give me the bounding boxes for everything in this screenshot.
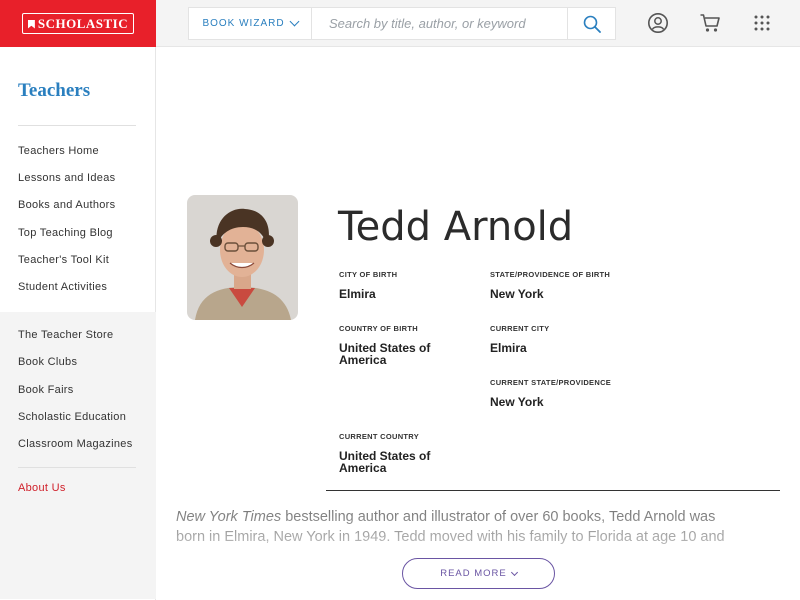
search-bar: BOOK WIZARD bbox=[188, 7, 616, 40]
sidebar-item-book-fairs[interactable]: Book Fairs bbox=[18, 384, 74, 396]
read-more-label: READ MORE bbox=[440, 568, 507, 579]
scholastic-logo-link[interactable]: SCHOLASTIC bbox=[0, 0, 156, 47]
current-city-label: CURRENT CITY bbox=[490, 324, 550, 333]
book-mark-icon bbox=[27, 19, 35, 29]
sidebar-item-book-clubs[interactable]: Book Clubs bbox=[18, 356, 77, 368]
sidebar: Teachers Teachers Home Lessons and Ideas… bbox=[0, 47, 156, 600]
city-of-birth-label: CITY OF BIRTH bbox=[339, 270, 398, 279]
logo-text: SCHOLASTIC bbox=[37, 16, 129, 31]
current-country-value: United States of America bbox=[339, 449, 431, 475]
current-city-value: Elmira bbox=[490, 341, 527, 355]
scholastic-logo: SCHOLASTIC bbox=[21, 13, 135, 34]
author-bio: New York Times bestselling author and il… bbox=[176, 507, 746, 547]
city-of-birth-value: Elmira bbox=[339, 287, 376, 301]
cart-button[interactable] bbox=[699, 12, 721, 34]
current-state-label: CURRENT STATE/PROVIDENCE bbox=[490, 378, 612, 387]
chevron-down-icon bbox=[289, 16, 300, 27]
sidebar-item-student-activities[interactable]: Student Activities bbox=[18, 281, 107, 293]
country-of-birth-label: COUNTRY OF BIRTH bbox=[339, 324, 418, 333]
search-icon bbox=[583, 15, 601, 33]
country-of-birth-value: United States of America bbox=[339, 341, 431, 367]
search-button[interactable] bbox=[567, 8, 615, 39]
sidebar-item-teachers-home[interactable]: Teachers Home bbox=[18, 145, 99, 157]
chevron-down-icon bbox=[510, 568, 518, 576]
sidebar-item-teachers-tool-kit[interactable]: Teacher's Tool Kit bbox=[18, 254, 109, 266]
state-of-birth-value: New York bbox=[490, 287, 544, 301]
sidebar-item-classroom-magazines[interactable]: Classroom Magazines bbox=[18, 438, 133, 450]
sidebar-divider bbox=[18, 467, 136, 468]
state-of-birth-label: STATE/PROVIDENCE OF BIRTH bbox=[490, 270, 611, 279]
sidebar-item-books-and-authors[interactable]: Books and Authors bbox=[18, 199, 115, 211]
book-wizard-label: BOOK WIZARD bbox=[202, 18, 285, 29]
current-country-label: CURRENT COUNTRY bbox=[339, 432, 420, 441]
sidebar-item-about-us[interactable]: About Us bbox=[18, 482, 66, 494]
bio-publication: New York Times bbox=[176, 509, 282, 525]
sidebar-item-top-teaching-blog[interactable]: Top Teaching Blog bbox=[18, 227, 113, 239]
sidebar-item-scholastic-education[interactable]: Scholastic Education bbox=[18, 411, 126, 423]
current-state-value: New York bbox=[490, 395, 544, 409]
account-icon bbox=[648, 13, 668, 33]
author-photo bbox=[187, 195, 298, 320]
top-header: SCHOLASTIC BOOK WIZARD bbox=[0, 0, 800, 47]
sidebar-item-teacher-store[interactable]: The Teacher Store bbox=[18, 329, 113, 341]
apps-menu-button[interactable] bbox=[751, 12, 773, 34]
book-wizard-dropdown[interactable]: BOOK WIZARD bbox=[189, 8, 312, 39]
sidebar-divider bbox=[18, 125, 136, 126]
apps-grid-icon bbox=[754, 15, 770, 31]
section-divider bbox=[326, 490, 780, 491]
read-more-button[interactable]: READ MORE bbox=[402, 558, 555, 589]
account-button[interactable] bbox=[647, 12, 669, 34]
sidebar-item-lessons-and-ideas[interactable]: Lessons and Ideas bbox=[18, 172, 115, 184]
search-input[interactable] bbox=[312, 8, 567, 39]
author-name: Tedd Arnold bbox=[338, 204, 574, 250]
cart-icon bbox=[700, 14, 720, 32]
sidebar-title[interactable]: Teachers bbox=[18, 80, 90, 102]
